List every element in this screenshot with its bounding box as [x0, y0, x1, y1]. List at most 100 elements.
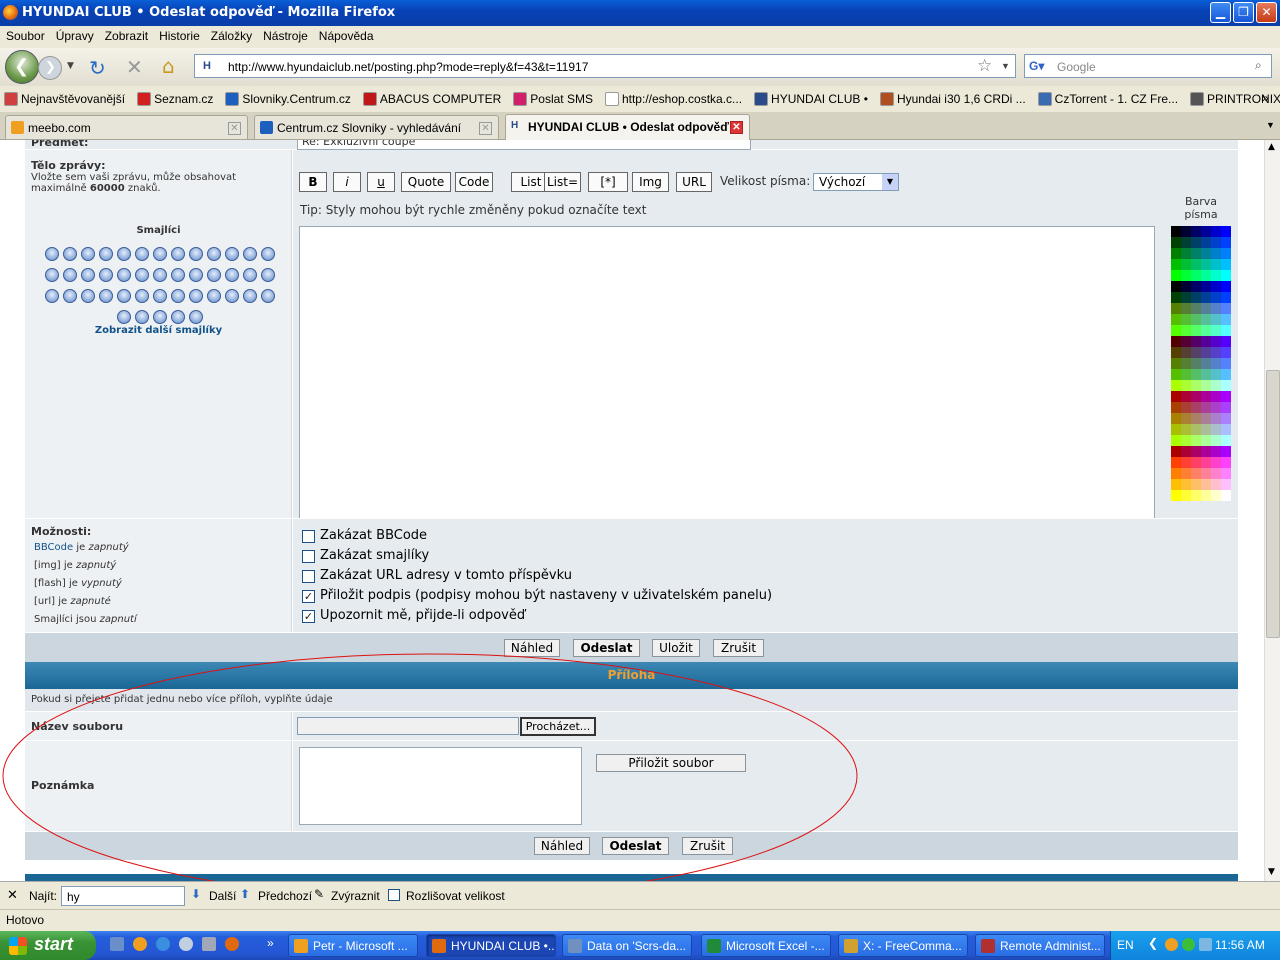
search-icon[interactable]: ⌕ — [1255, 58, 1262, 73]
minimize-button[interactable]: ▁ — [1210, 2, 1231, 23]
bookmarks-overflow-icon[interactable]: » — [1262, 91, 1269, 105]
option-checkbox[interactable] — [302, 550, 315, 563]
tab-close-icon[interactable]: ✕ — [479, 122, 492, 135]
reload-icon[interactable]: ↻ — [89, 56, 106, 80]
option-checkbox[interactable] — [302, 570, 315, 583]
annotation-ellipse — [2, 653, 858, 881]
tray-meebo-icon[interactable] — [1165, 938, 1178, 951]
quicklaunch-more-icon[interactable]: » — [267, 936, 274, 950]
menu-tools[interactable]: Nástroje — [257, 26, 313, 43]
find-input[interactable]: hy — [61, 886, 185, 906]
match-case-label: Rozlišovat velikost — [406, 889, 505, 903]
arrow-up-icon: ⬆ — [240, 887, 251, 901]
bookmark-item[interactable]: Slovniky.Centrum.cz — [221, 92, 351, 106]
option-checkbox[interactable]: ✓ — [302, 610, 315, 623]
start-button[interactable]: start — [0, 931, 96, 960]
tray-network-icon[interactable] — [1199, 938, 1212, 951]
option-label: Zakázat BBCode — [320, 528, 428, 543]
bookmark-favicon-icon — [225, 92, 240, 106]
quicklaunch-meebo-icon[interactable] — [133, 937, 147, 951]
tab-meebo[interactable]: meebo.com ✕ — [5, 115, 248, 139]
quicklaunch-computer-icon[interactable] — [202, 937, 216, 951]
bookmark-star-icon[interactable]: ☆ — [977, 56, 992, 76]
tab-close-icon[interactable]: ✕ — [228, 122, 241, 135]
bookmark-favicon-icon — [1190, 92, 1205, 106]
vertical-scrollbar[interactable]: ▲ ▼ — [1264, 140, 1280, 881]
bookmark-item[interactable]: HYUNDAI CLUB • — [750, 92, 868, 106]
home-icon[interactable]: ⌂ — [162, 54, 175, 78]
stop-icon[interactable]: ✕ — [126, 55, 143, 79]
menu-bar: Soubor Úpravy Zobrazit Historie Záložky Nástr… — [0, 26, 1280, 48]
back-arrow-icon: ❮ — [14, 56, 30, 77]
quicklaunch-app-icon[interactable] — [179, 937, 193, 951]
close-button[interactable]: ✕ — [1256, 2, 1277, 23]
forward-button[interactable]: ❯ — [38, 56, 62, 80]
clock: 11:56 AM — [1215, 938, 1265, 952]
menu-view[interactable]: Zobrazit — [99, 26, 153, 43]
quicklaunch-ie-icon[interactable] — [156, 937, 170, 951]
menu-edit[interactable]: Úpravy — [50, 26, 99, 43]
system-tray: EN ❮ 11:56 AM — [1110, 931, 1280, 960]
match-case-checkbox[interactable] — [388, 889, 400, 901]
scroll-down-icon[interactable]: ▼ — [1268, 867, 1275, 877]
tab-bar: meebo.com ✕ Centrum.cz Slovniky - vyhled… — [0, 112, 1280, 140]
app-icon — [294, 939, 308, 953]
tab-list-icon[interactable]: ▼ — [1266, 120, 1275, 130]
bookmark-favicon-icon — [604, 92, 619, 106]
highlight-button[interactable]: Zvýraznit — [331, 889, 380, 903]
taskbar-window-button[interactable]: Petr - Microsoft ... — [288, 934, 418, 957]
url-bar[interactable]: H http://www.hyundaiclub.net/posting.php… — [194, 54, 1016, 78]
back-button[interactable]: ❮ — [5, 50, 39, 84]
firefox-icon — [3, 5, 18, 20]
scroll-up-icon[interactable]: ▲ — [1268, 142, 1275, 152]
menu-bookmarks[interactable]: Záložky — [205, 26, 257, 43]
taskbar-window-button[interactable]: Microsoft Excel -... — [701, 934, 831, 957]
bookmark-item[interactable]: Poslat SMS — [509, 92, 593, 106]
tab-close-icon[interactable]: ✕ — [730, 121, 743, 134]
menu-help[interactable]: Nápověda — [313, 26, 379, 43]
taskbar-window-button[interactable]: HYUNDAI CLUB •... — [426, 934, 556, 957]
quicklaunch-firefox-icon[interactable] — [225, 937, 239, 951]
find-label: Najít: — [29, 889, 58, 903]
tab-centrum[interactable]: Centrum.cz Slovniky - vyhledávání ✕ — [254, 115, 499, 139]
title-bar: HYUNDAI CLUB • Odeslat odpověď - Mozilla… — [0, 0, 1280, 26]
tab-hyundai-club[interactable]: H HYUNDAI CLUB • Odeslat odpověď ✕ — [505, 114, 750, 140]
bookmark-item[interactable]: CzTorrent - 1. CZ Fre... — [1034, 92, 1178, 106]
close-find-icon[interactable]: ✕ — [7, 887, 18, 903]
url-dropdown-icon[interactable]: ▼ — [1001, 61, 1010, 71]
bookmark-item[interactable]: Hyundai i30 1,6 CRDi ... — [876, 92, 1026, 106]
tray-users-icon[interactable] — [1182, 938, 1195, 951]
status-text: Hotovo — [6, 913, 45, 927]
history-dropdown-icon[interactable]: ▼ — [67, 61, 74, 71]
tray-expand-icon[interactable]: ❮ — [1148, 936, 1158, 950]
find-next-button[interactable]: Další — [209, 889, 236, 903]
quicklaunch-desktop-icon[interactable] — [110, 937, 124, 951]
language-indicator[interactable]: EN — [1117, 938, 1134, 952]
option-checkbox[interactable]: ✓ — [302, 590, 315, 603]
bookmark-item[interactable]: ABACUS COMPUTER — [359, 92, 501, 106]
page-content: Předmět: Re: Exkluzivní coupe Tělo zpráv… — [0, 140, 1264, 881]
taskbar-window-button[interactable]: X: - FreeComma... — [838, 934, 968, 957]
bookmark-favicon-icon — [362, 92, 377, 106]
bookmark-favicon-icon — [754, 92, 769, 106]
google-engine-icon[interactable]: G▾ — [1029, 59, 1044, 73]
taskbar-window-button[interactable]: Data on 'Scrs-da... — [562, 934, 692, 957]
bookmark-favicon-icon — [137, 92, 152, 106]
forward-arrow-icon: ❯ — [45, 60, 56, 75]
menu-file[interactable]: Soubor — [0, 26, 50, 43]
menu-history[interactable]: Historie — [153, 26, 205, 43]
search-bar[interactable]: G▾ Google ⌕ — [1024, 54, 1272, 78]
status-bar: Hotovo — [0, 909, 1280, 931]
find-prev-button[interactable]: Předchozí — [258, 889, 312, 903]
bookmark-item[interactable]: http://eshop.costka.c... — [601, 92, 742, 106]
maximize-button[interactable]: ❐ — [1233, 2, 1254, 23]
scrollbar-thumb[interactable] — [1266, 370, 1280, 638]
bookmark-item[interactable]: Nejnavštěvovanější — [0, 92, 125, 106]
option-checkbox[interactable] — [302, 530, 315, 543]
taskbar-window-button[interactable]: Remote Administ... — [975, 934, 1105, 957]
bookmark-item[interactable]: Seznam.cz — [133, 92, 213, 106]
app-icon — [707, 939, 721, 953]
app-icon — [981, 939, 995, 953]
app-icon — [568, 939, 582, 953]
bookmark-favicon-icon — [1037, 92, 1052, 106]
